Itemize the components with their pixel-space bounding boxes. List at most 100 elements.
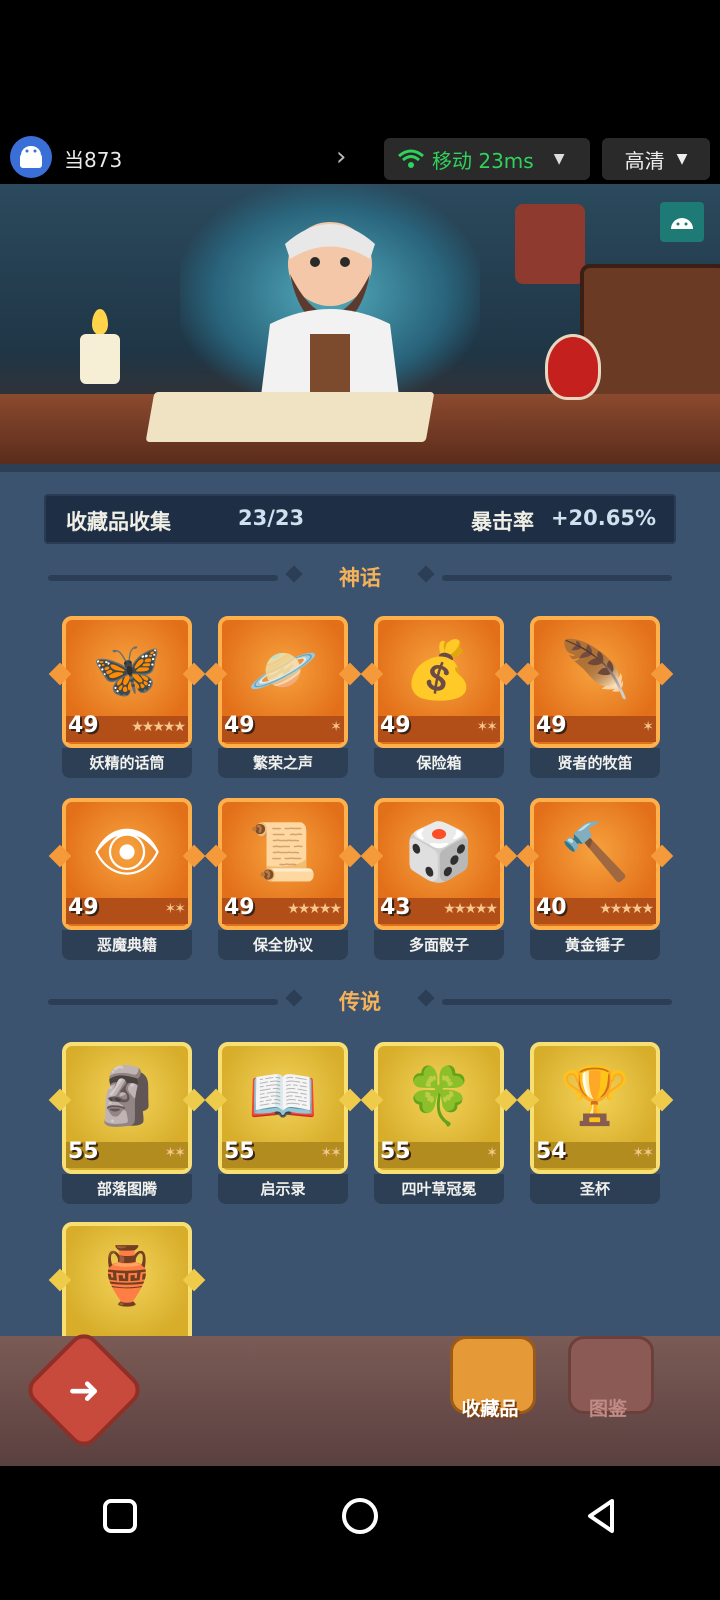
item-name: 贤者的牧笛 [530,748,660,778]
item-level: 55 [68,1139,99,1164]
divider [442,575,672,581]
item-stars: ★★★★★ [599,901,654,917]
collectible-card[interactable]: 🍀 55 ✶ 四叶草冠冕 [360,1042,518,1204]
section-header-myth: 神话 [48,562,672,592]
collectible-card[interactable]: 📜 49 ★★★★★ 保全协议 [204,798,362,960]
collectible-icon: 🎲 [404,820,474,885]
recents-icon[interactable] [100,1496,140,1536]
tab-label: 收藏品 [461,1398,519,1420]
item-name: 保全协议 [218,930,348,960]
collection-progress: 收藏品收集 23/23 暴击率 +20.65% [44,494,676,544]
item-level: 43 [380,895,411,920]
item-name: 四叶草冠冕 [374,1174,504,1204]
wifi-icon [398,149,424,168]
item-name: 启示录 [218,1174,348,1204]
home-icon[interactable] [340,1496,380,1536]
level-strip: 49 ✶ [222,713,344,742]
section-header-legend: 传说 [48,986,672,1016]
collectible-icon: 🏺 [92,1244,162,1309]
collectible-icon: 📜 [248,820,318,885]
item-level: 49 [224,895,255,920]
item-stars: ★★★★★ [287,901,342,917]
item-stars: ✶✶ [320,1145,343,1161]
level-strip: 49 ✶ [534,713,656,742]
item-name: 多面骰子 [374,930,504,960]
tab-label: 图鉴 [588,1398,627,1420]
progress-label: 收藏品收集 [66,510,171,534]
collectible-icon: 🔨 [560,820,630,885]
collectible-icon: 🍀 [404,1064,474,1129]
item-stars: ✶ [330,719,342,735]
item-level: 55 [380,1139,411,1164]
android-icon [20,146,42,168]
item-level: 49 [380,713,411,738]
item-name: 繁荣之声 [218,748,348,778]
progress-value: 23/23 [238,506,305,530]
tab-collectibles[interactable]: 收藏品 [444,1336,536,1428]
username[interactable]: 当873 [64,144,122,173]
back-icon[interactable] [582,1496,622,1536]
avatar[interactable] [10,136,52,178]
collectible-card[interactable]: 🔨 40 ★★★★★ 黄金锤子 [516,798,674,960]
collectible-icon: 📖 [248,1064,318,1129]
chevron-down-icon: ▼ [676,151,688,167]
candle-icon [80,334,120,384]
item-stars: ★★★★★ [131,719,186,735]
item-name: 圣杯 [530,1174,660,1204]
collectible-icon: 🏆 [560,1064,630,1129]
level-strip: 49 ✶✶ [378,713,500,742]
item-level: 49 [68,895,99,920]
level-strip: 49 ★★★★★ [66,713,188,742]
back-button[interactable]: ➜ [21,1327,147,1453]
item-level: 49 [536,713,567,738]
item-stars: ✶✶ [164,901,187,917]
level-strip: 43 ★★★★★ [378,895,500,924]
level-strip: 55 ✶ [378,1139,500,1168]
collectible-card[interactable]: 🦋 49 ★★★★★ 妖精的话筒 [48,616,206,778]
item-stars: ✶✶ [632,1145,655,1161]
item-name: 部落图腾 [62,1174,192,1204]
crit-label: 暴击率 [471,510,534,534]
system-nav-bar [0,1466,720,1600]
collectible-card[interactable]: 🪶 49 ✶ 贤者的牧笛 [516,616,674,778]
level-strip: 54 ✶✶ [534,1139,656,1168]
bottom-nav: ➜ 收藏品 图鉴 [0,1327,720,1466]
network-status[interactable]: 移动 23ms ▼ [384,138,590,180]
item-stars: ✶✶ [476,719,499,735]
item-level: 49 [224,713,255,738]
collectible-card[interactable]: 🎲 43 ★★★★★ 多面骰子 [360,798,518,960]
collectible-card[interactable]: 🗿 55 ✶✶ 部落图腾 [48,1042,206,1204]
item-stars: ✶✶ [164,1145,187,1161]
shop-banner [0,184,720,464]
collectible-icon: 💰 [404,638,474,703]
quality-label: 高清 [624,148,665,173]
treasure-chest-image [580,264,720,412]
quality-select[interactable]: 高清 ▼ [602,138,710,180]
tab-codex[interactable]: 图鉴 [562,1336,654,1428]
item-level: 40 [536,895,567,920]
level-strip: 55 ✶✶ [222,1139,344,1168]
item-level: 49 [68,713,99,738]
collectible-icon: 👁 [91,820,163,885]
potion-icon [545,334,601,400]
collectible-card[interactable]: 👁 49 ✶✶ 恶魔典籍 [48,798,206,960]
collection-panel: 收藏品收集 23/23 暴击率 +20.65% 神话 🦋 49 ★★★★★ 妖精的话筒… [0,464,720,1354]
item-level: 54 [536,1139,567,1164]
item-name: 黄金锤子 [530,930,660,960]
android-icon[interactable] [660,202,704,242]
collectible-icon: 🦋 [92,638,162,703]
level-strip: 49 ✶✶ [66,895,188,924]
item-stars: ★★★★★ [443,901,498,917]
collectible-card[interactable]: 📖 55 ✶✶ 启示录 [204,1042,362,1204]
chevron-right-icon[interactable]: › [336,142,346,172]
collectible-card[interactable]: 🏆 54 ✶✶ 圣杯 [516,1042,674,1204]
chevron-down-icon: ▼ [553,151,565,167]
map-image [145,392,435,442]
top-status-bar: 当873 › 移动 23ms ▼ 高清 ▼ [0,134,720,184]
item-name: 保险箱 [374,748,504,778]
level-strip: 40 ★★★★★ [534,895,656,924]
item-stars: ✶ [486,1145,498,1161]
collectible-card[interactable]: 💰 49 ✶✶ 保险箱 [360,616,518,778]
collectible-card[interactable]: 🪐 49 ✶ 繁荣之声 [204,616,362,778]
candle-flame-icon [92,309,108,335]
